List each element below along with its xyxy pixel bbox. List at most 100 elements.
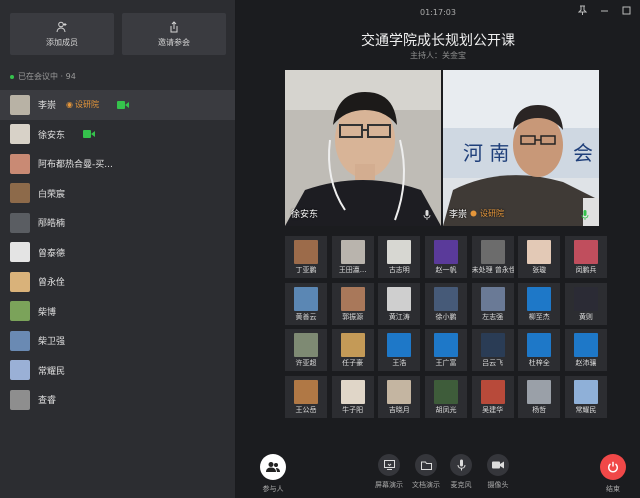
participant-tile[interactable]: 王广富 bbox=[424, 329, 467, 371]
participant-row[interactable]: 柴博 bbox=[0, 297, 235, 327]
avatar bbox=[527, 333, 552, 357]
participant-row[interactable]: 常耀民 bbox=[0, 356, 235, 386]
microphone-label: 麦克风 bbox=[450, 481, 472, 489]
end-meeting-button[interactable]: 结束 bbox=[593, 454, 633, 494]
participant-tile[interactable]: 古志明 bbox=[378, 236, 421, 278]
meeting-window: 添加成员 邀请参会 已在会议中 · 94 李崇 ◉ 设研院 徐安东 阿布都热合曼-买..… bbox=[0, 0, 640, 498]
participant-tile[interactable]: 牛子阳 bbox=[331, 375, 374, 418]
video-left-label: 徐安东 bbox=[291, 207, 318, 220]
participant-row[interactable]: 白荣宸 bbox=[0, 179, 235, 209]
participant-row[interactable]: 查睿 bbox=[0, 385, 235, 415]
doc-share-button[interactable]: 文档演示 bbox=[406, 454, 446, 490]
avatar bbox=[340, 240, 365, 264]
microphone-button[interactable]: 麦克风 bbox=[441, 454, 481, 490]
avatar bbox=[387, 333, 412, 357]
participant-tile-name: 丁亚鹏 bbox=[295, 266, 317, 274]
participant-row[interactable]: 徐安东 bbox=[0, 120, 235, 150]
add-member-button[interactable]: 添加成员 bbox=[10, 13, 114, 55]
end-meeting-label: 结束 bbox=[606, 485, 620, 493]
participant-tile[interactable]: 黄则 bbox=[564, 282, 607, 325]
video-on-icon bbox=[117, 100, 129, 109]
participant-tile[interactable]: 赵沛骧 bbox=[564, 329, 607, 371]
svg-text:会: 会 bbox=[573, 141, 593, 165]
participant-row[interactable]: 李崇 ◉ 设研院 bbox=[0, 90, 235, 120]
participant-tile-name: 黄江涛 bbox=[388, 312, 410, 321]
participant-row[interactable]: 曾永佺 bbox=[0, 267, 235, 297]
avatar bbox=[527, 240, 552, 264]
participant-tile[interactable]: 王浩 bbox=[378, 329, 421, 371]
meeting-toolbar: 参与人 屏幕演示 文档演示 麦克风 摄像头 结束 bbox=[236, 452, 640, 498]
share-icon bbox=[170, 20, 178, 32]
minimize-icon[interactable] bbox=[598, 4, 610, 16]
participant-tile[interactable]: 左志强 bbox=[471, 282, 514, 325]
participant-name: 柴博 bbox=[38, 307, 57, 318]
participant-row[interactable]: 邴皓楠 bbox=[0, 208, 235, 238]
pin-icon[interactable] bbox=[576, 4, 588, 16]
participant-tile[interactable]: 许亚超 bbox=[285, 329, 327, 371]
video-tile-left[interactable]: 徐安东 bbox=[285, 70, 441, 226]
avatar bbox=[387, 379, 412, 404]
participants-button[interactable]: 参与人 bbox=[253, 454, 293, 494]
avatar bbox=[10, 153, 30, 174]
participant-tile[interactable]: 杜梓全 bbox=[518, 329, 561, 371]
avatar bbox=[527, 286, 552, 311]
camera-button[interactable]: 摄像头 bbox=[478, 454, 518, 490]
participant-list: 李崇 ◉ 设研院徐安东阿布都热合曼-买... 白荣宸邴皓楠曾泰德 曾永佺柴博柴卫强常耀民… bbox=[0, 90, 235, 415]
avatar bbox=[480, 286, 505, 311]
screen-share-button[interactable]: 屏幕演示 bbox=[369, 454, 409, 490]
participant-tile[interactable]: 张璇 bbox=[518, 236, 561, 278]
avatar bbox=[433, 286, 458, 311]
participant-tile[interactable]: 常耀民 bbox=[564, 375, 607, 418]
participant-row[interactable]: 阿布都热合曼-买... bbox=[0, 149, 235, 179]
participant-tile[interactable]: 吴建华 bbox=[471, 375, 514, 418]
participant-tile-name: 王浩 bbox=[392, 359, 407, 367]
avatar bbox=[527, 379, 552, 404]
participants-icon bbox=[260, 454, 286, 480]
meeting-main: 01:17:03 交通学院成长规划公开课 主持人：关金宝 徐安东 河 南 会 李… bbox=[236, 0, 640, 498]
avatar bbox=[480, 240, 505, 264]
participant-tile-name: 徐小鹏 bbox=[435, 312, 457, 321]
participant-tile[interactable]: 徐小鹏 bbox=[424, 282, 467, 325]
participant-tile-name: 闵鹏兵 bbox=[575, 266, 597, 274]
avatar bbox=[433, 379, 458, 404]
avatar bbox=[294, 333, 318, 357]
svg-text:河 南: 河 南 bbox=[463, 141, 509, 165]
participant-tile[interactable]: 赵一帆 bbox=[424, 236, 467, 278]
avatar bbox=[573, 333, 598, 357]
participant-name: 徐安东 bbox=[38, 130, 66, 141]
avatar bbox=[387, 240, 412, 264]
participant-tag: ◉ 设研院 bbox=[66, 99, 99, 110]
avatar bbox=[10, 360, 30, 381]
participant-tile[interactable]: 闵鹏兵 bbox=[564, 236, 607, 278]
participant-row[interactable]: 曾泰德 bbox=[0, 238, 235, 268]
participant-tile[interactable]: 未处理 曾永佺 bbox=[471, 236, 514, 278]
participant-tile[interactable]: 王公岳 bbox=[285, 375, 327, 418]
maximize-icon[interactable] bbox=[620, 4, 632, 16]
participant-tile[interactable]: 吕云飞 bbox=[471, 329, 514, 371]
camera-icon bbox=[487, 454, 509, 476]
participant-tile[interactable]: 柳至杰 bbox=[518, 282, 561, 325]
participant-name: 邴皓楠 bbox=[38, 219, 66, 230]
avatar bbox=[294, 286, 318, 311]
participant-tile[interactable]: 丁亚鹏 bbox=[285, 236, 327, 278]
participant-tile[interactable]: 黄善云 bbox=[285, 282, 327, 325]
participant-tile-name: 胡凤光 bbox=[435, 405, 457, 414]
participant-tile-name: 常耀民 bbox=[575, 405, 597, 414]
participant-name: 常耀民 bbox=[38, 366, 66, 377]
participant-tile[interactable]: 杨哲 bbox=[518, 375, 561, 418]
video-tile-right[interactable]: 河 南 会 李崇 设研院 bbox=[443, 70, 599, 226]
participant-tile-name: 吉晓月 bbox=[388, 405, 410, 414]
video-right-name: 李崇 bbox=[449, 210, 468, 220]
invite-button[interactable]: 邀请参会 bbox=[122, 13, 226, 55]
avatar bbox=[10, 330, 30, 351]
avatar bbox=[340, 379, 365, 404]
participant-tile[interactable]: 黄江涛 bbox=[378, 282, 421, 325]
mic-icon bbox=[423, 210, 431, 220]
add-user-icon bbox=[56, 21, 67, 32]
participant-tile[interactable]: 郭振源 bbox=[331, 282, 374, 325]
participant-tile[interactable]: 任子豪 bbox=[331, 329, 374, 371]
participant-tile[interactable]: 吉晓月 bbox=[378, 375, 421, 418]
participant-tile[interactable]: 王田瀛... bbox=[331, 236, 374, 278]
participant-tile[interactable]: 胡凤光 bbox=[424, 375, 467, 418]
participant-row[interactable]: 柴卫强 bbox=[0, 326, 235, 356]
